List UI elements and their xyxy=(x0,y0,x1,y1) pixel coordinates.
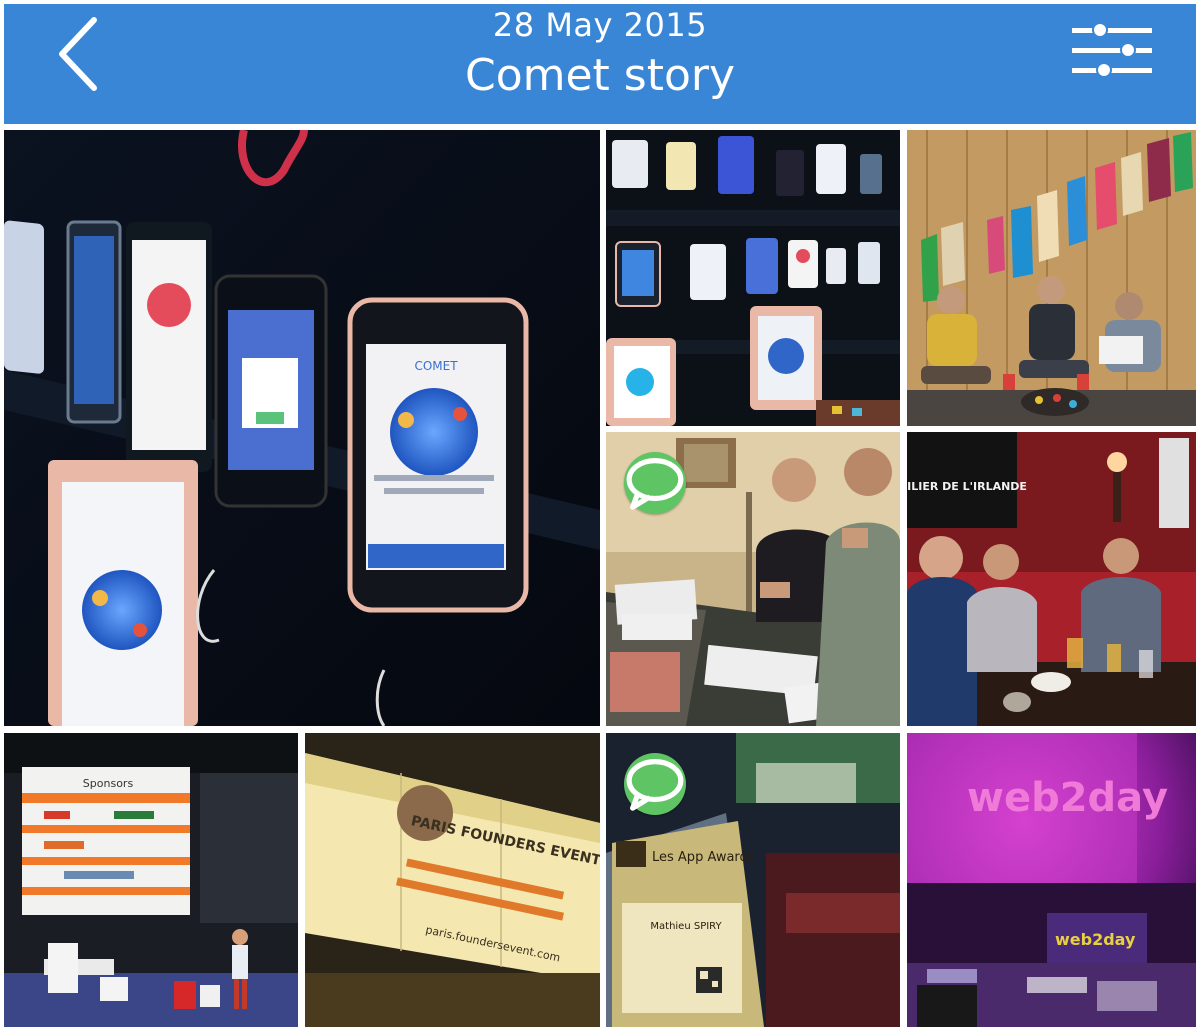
chat-bubble-icon xyxy=(626,458,684,510)
phones-wall-photo: COMET xyxy=(4,130,600,726)
pub-sign: PILIER DE L'IRLANDE xyxy=(907,480,1027,493)
comet-label: COMET xyxy=(414,359,458,373)
photo-tile[interactable] xyxy=(907,130,1196,426)
photo-tile[interactable] xyxy=(606,130,900,426)
photo-tile[interactable]: COMET xyxy=(4,130,600,726)
photo-tile[interactable]: PARIS FOUNDERS EVENT paris.foundersevent… xyxy=(305,733,600,1027)
app-header: 28 May 2015 Comet story xyxy=(4,4,1196,124)
chat-badge[interactable] xyxy=(624,452,686,514)
conference-sponsors-photo: Sponsors xyxy=(4,733,298,1027)
web2day-stage-photo: web2day web2day xyxy=(907,733,1196,1027)
phones-wall-small-photo xyxy=(606,130,900,426)
web2day-logo: web2day xyxy=(967,775,1168,821)
sliders-icon xyxy=(1072,22,1152,78)
founders-event-photo: PARIS FOUNDERS EVENT paris.foundersevent… xyxy=(305,733,600,1027)
photo-tile[interactable]: web2day web2day xyxy=(907,733,1196,1027)
awards-label: Les App Awards xyxy=(652,850,755,865)
story-title: Comet story xyxy=(464,50,736,101)
photo-tile[interactable] xyxy=(606,432,900,726)
story-date: 28 May 2015 xyxy=(492,6,708,44)
web2day-stage-label: web2day xyxy=(1055,930,1136,949)
chat-bubble-icon xyxy=(626,759,684,811)
team-wooden-room-photo xyxy=(907,130,1196,426)
photo-tile[interactable]: PILIER DE L'IRLANDE xyxy=(907,432,1196,726)
chat-badge[interactable] xyxy=(624,753,686,815)
filter-button[interactable] xyxy=(1070,20,1154,82)
awards-name: Mathieu SPIRY xyxy=(650,921,722,932)
pub-photo: PILIER DE L'IRLANDE xyxy=(907,432,1196,726)
sponsors-label: Sponsors xyxy=(83,777,134,790)
photo-tile[interactable]: Sponsors xyxy=(4,733,298,1027)
photo-tile[interactable]: Les App Awards Mathieu SPIRY xyxy=(606,733,900,1027)
